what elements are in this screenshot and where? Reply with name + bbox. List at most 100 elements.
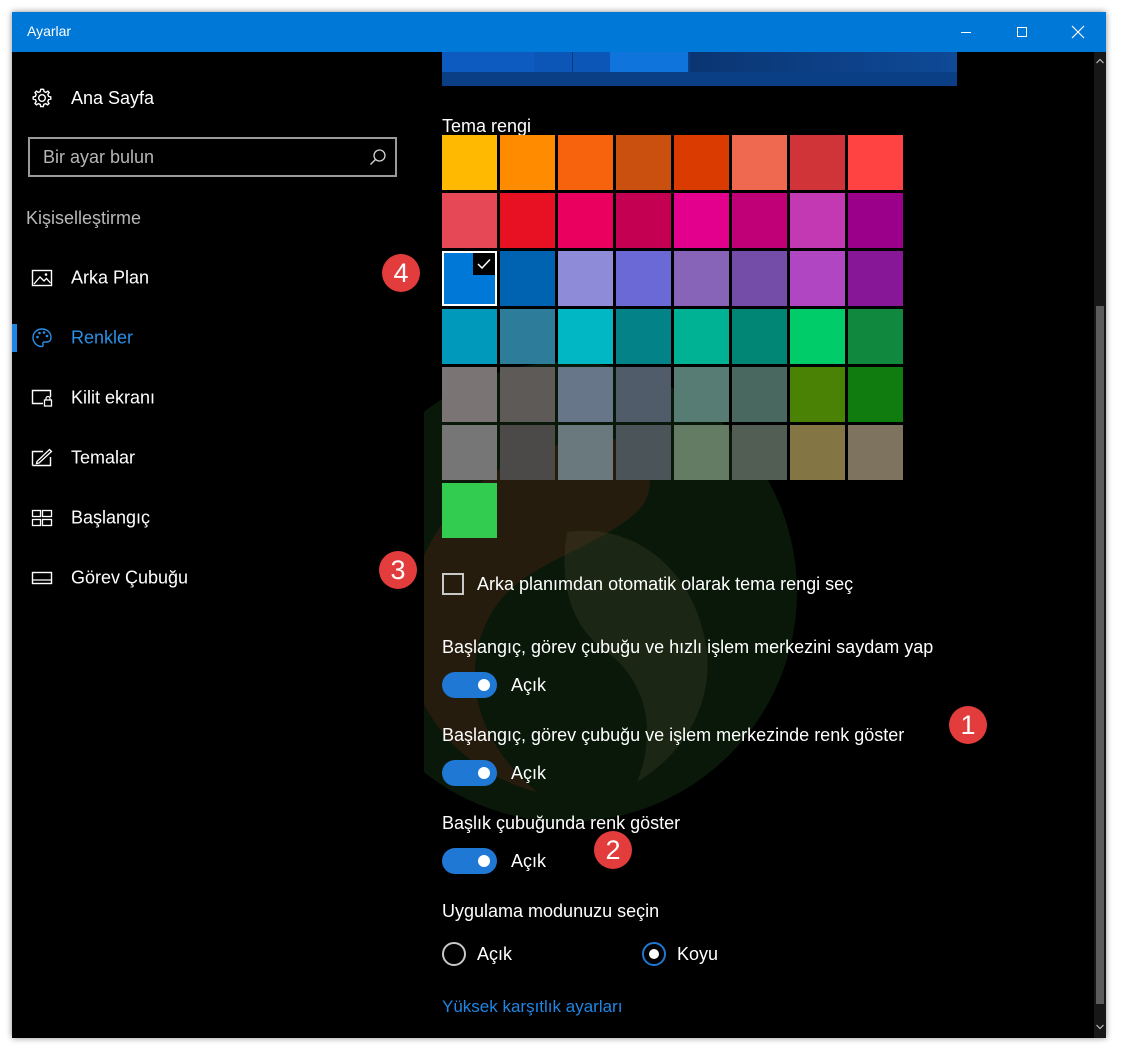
- color-swatch[interactable]: [790, 309, 845, 364]
- title-bar: Ayarlar: [12, 12, 1106, 52]
- minimize-icon: [961, 32, 971, 33]
- color-swatch[interactable]: [558, 425, 613, 480]
- scrollbar[interactable]: [1094, 52, 1106, 1038]
- search-box: [28, 137, 397, 177]
- taskbar-icon: [31, 567, 53, 589]
- picture-icon: [31, 267, 53, 289]
- color-swatch[interactable]: [558, 367, 613, 422]
- transparency-state: Açık: [511, 675, 547, 695]
- start-icon: [31, 507, 53, 529]
- color-swatch[interactable]: [848, 193, 903, 248]
- gear-icon: [31, 87, 53, 109]
- minimize-button[interactable]: [938, 12, 994, 52]
- colors-page: Tema rengi Arka planımdan otomatik olara…: [424, 52, 1094, 1038]
- color-swatch[interactable]: [616, 251, 671, 306]
- color-swatch[interactable]: [500, 367, 555, 422]
- sidebar-item-start[interactable]: Başlangıç: [12, 498, 412, 538]
- color-swatch[interactable]: [732, 251, 787, 306]
- color-swatch[interactable]: [732, 367, 787, 422]
- color-swatch[interactable]: [558, 135, 613, 190]
- scroll-down-icon[interactable]: [1094, 1020, 1106, 1034]
- sidebar-item-label: Kilit ekranı: [71, 387, 156, 408]
- sidebar-item-lock-screen[interactable]: Kilit ekranı: [12, 378, 412, 418]
- home-label: Ana Sayfa: [71, 88, 155, 108]
- color-swatch[interactable]: [442, 483, 497, 538]
- sidebar-item-taskbar[interactable]: Görev Çubuğu: [12, 558, 412, 598]
- close-button[interactable]: [1050, 12, 1106, 52]
- color-swatch[interactable]: [442, 309, 497, 364]
- color-swatch[interactable]: [500, 193, 555, 248]
- scroll-up-icon[interactable]: [1094, 54, 1106, 68]
- themes-icon: [31, 447, 53, 469]
- color-swatch[interactable]: [674, 309, 729, 364]
- titlebar-color-toggle[interactable]: [442, 848, 497, 874]
- color-swatch[interactable]: [674, 367, 729, 422]
- color-swatch[interactable]: [616, 135, 671, 190]
- home-link[interactable]: Ana Sayfa: [12, 80, 412, 116]
- radio-dark-mode[interactable]: [642, 942, 666, 966]
- sidebar-item-themes[interactable]: Temalar: [12, 438, 412, 478]
- color-swatch[interactable]: [790, 135, 845, 190]
- color-swatch[interactable]: [558, 193, 613, 248]
- annotation-badge-2: 2: [594, 831, 632, 869]
- color-swatch[interactable]: [732, 309, 787, 364]
- color-swatch[interactable]: [442, 193, 497, 248]
- color-swatch[interactable]: [732, 425, 787, 480]
- transparency-toggle[interactable]: [442, 672, 497, 698]
- color-swatch[interactable]: [674, 425, 729, 480]
- color-swatch[interactable]: [500, 251, 555, 306]
- palette-icon: [31, 327, 53, 349]
- app-mode-label: Uygulama modunuzu seçin: [442, 901, 660, 921]
- section-heading: Kişiselleştirme: [26, 208, 142, 228]
- color-swatch[interactable]: [442, 135, 497, 190]
- auto-color-checkbox[interactable]: [442, 573, 464, 595]
- color-swatch[interactable]: [790, 251, 845, 306]
- color-swatch[interactable]: [616, 309, 671, 364]
- annotation-badge-4: 4: [382, 254, 420, 292]
- show-color-toggle[interactable]: [442, 760, 497, 786]
- color-swatch[interactable]: [848, 135, 903, 190]
- maximize-button[interactable]: [994, 12, 1050, 52]
- color-swatch[interactable]: [732, 135, 787, 190]
- color-swatch[interactable]: [848, 367, 903, 422]
- color-swatch[interactable]: [616, 193, 671, 248]
- search-icon[interactable]: [369, 148, 387, 171]
- color-swatch[interactable]: [848, 309, 903, 364]
- titlebar-color-label: Başlık çubuğunda renk göster: [442, 813, 681, 833]
- theme-color-label: Tema rengi: [442, 116, 532, 136]
- color-swatch[interactable]: [442, 367, 497, 422]
- sidebar-item-label: Başlangıç: [71, 507, 151, 528]
- sidebar: Ana Sayfa Kişiselleştirme Arka Plan Renk…: [12, 52, 424, 1038]
- color-swatch[interactable]: [674, 193, 729, 248]
- color-swatch[interactable]: [790, 193, 845, 248]
- color-swatch[interactable]: [616, 425, 671, 480]
- radio-light-mode[interactable]: [442, 942, 466, 966]
- color-swatch[interactable]: [500, 135, 555, 190]
- color-swatch[interactable]: [848, 251, 903, 306]
- search-input[interactable]: [30, 139, 360, 175]
- color-swatch[interactable]: [790, 425, 845, 480]
- color-swatch[interactable]: [674, 251, 729, 306]
- high-contrast-link[interactable]: Yüksek karşıtlık ayarları: [442, 997, 622, 1017]
- color-swatch[interactable]: [848, 425, 903, 480]
- color-swatch-selected[interactable]: [442, 251, 497, 306]
- color-swatch[interactable]: [442, 425, 497, 480]
- scroll-thumb[interactable]: [1096, 306, 1104, 1004]
- auto-color-label: Arka planımdan otomatik olarak tema reng…: [477, 574, 854, 594]
- annotation-badge-3: 3: [379, 551, 417, 589]
- annotation-badge-1: 1: [949, 706, 987, 744]
- color-swatch[interactable]: [674, 135, 729, 190]
- color-swatch[interactable]: [790, 367, 845, 422]
- sidebar-item-background[interactable]: Arka Plan: [12, 258, 412, 298]
- radio-light-label: Açık: [477, 944, 513, 964]
- color-swatch[interactable]: [558, 251, 613, 306]
- sidebar-item-label: Temalar: [71, 447, 136, 468]
- window-title: Ayarlar: [27, 23, 72, 39]
- sidebar-item-colors[interactable]: Renkler: [12, 318, 412, 358]
- color-swatch[interactable]: [558, 309, 613, 364]
- maximize-icon: [1017, 27, 1027, 37]
- color-swatch[interactable]: [616, 367, 671, 422]
- color-swatch[interactable]: [500, 309, 555, 364]
- color-swatch[interactable]: [500, 425, 555, 480]
- color-swatch[interactable]: [732, 193, 787, 248]
